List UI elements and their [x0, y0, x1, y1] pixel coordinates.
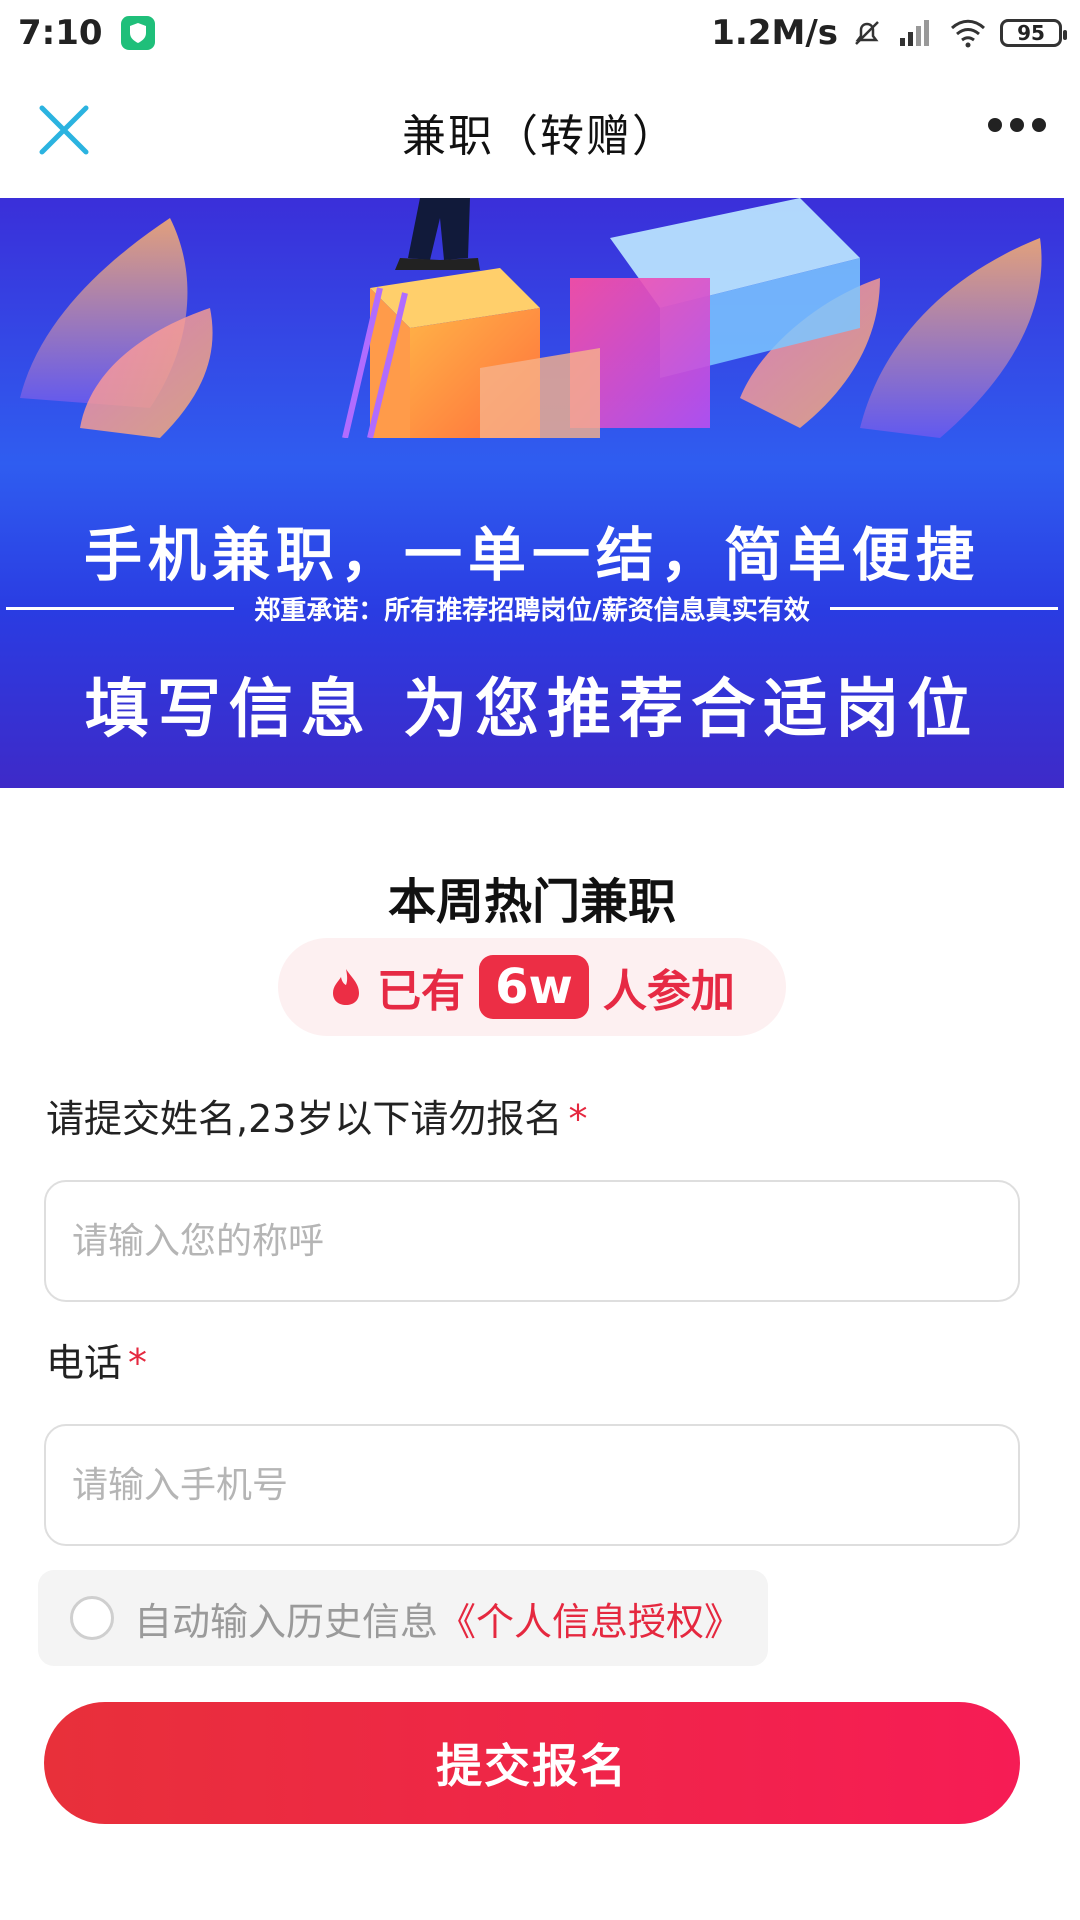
- battery-level: 95: [1017, 21, 1045, 45]
- banner-promise-row: 郑重承诺：所有推荐招聘岗位/薪资信息真实有效: [0, 588, 1064, 628]
- promo-banner: 手机兼职，一单一结，简单便捷 郑重承诺：所有推荐招聘岗位/薪资信息真实有效 填写…: [0, 198, 1064, 788]
- network-speed: 1.2M/s: [711, 13, 838, 53]
- title-bar: 兼职（转赠）: [0, 66, 1080, 198]
- shield-app-icon: [120, 16, 155, 50]
- wifi-icon: [950, 19, 986, 48]
- privacy-authorization-link[interactable]: 《个人信息授权》: [438, 1591, 742, 1646]
- participants-suffix: 人参加: [602, 966, 735, 1017]
- page-title: 兼职（转赠）: [402, 111, 678, 162]
- consent-text: 自动输入历史信息: [134, 1599, 439, 1644]
- participants-prefix: 已有: [377, 966, 466, 1017]
- status-bar: 7:10 1.2M/s 95: [0, 0, 1080, 66]
- mute-bell-icon: [855, 21, 879, 45]
- required-mark: *: [568, 1097, 588, 1141]
- consent-radio[interactable]: [70, 1596, 114, 1640]
- signal-icon: [900, 20, 929, 46]
- phone-input-box[interactable]: [44, 1424, 1020, 1546]
- status-left: 7:10: [18, 13, 155, 53]
- phone-label-text: 电话: [46, 1341, 123, 1385]
- phone-input[interactable]: [70, 1463, 1018, 1507]
- banner-illustration: [20, 198, 1042, 438]
- status-right: 1.2M/s 95: [711, 13, 1067, 53]
- divider: [829, 606, 1058, 610]
- participants-count: 6w: [479, 955, 589, 1019]
- banner-promise: 郑重承诺：所有推荐招聘岗位/薪资信息真实有效: [254, 595, 810, 626]
- banner-headline: 手机兼职，一单一结，简单便捷: [83, 521, 980, 589]
- submit-button[interactable]: 提交报名: [44, 1702, 1020, 1824]
- section-title: 本周热门兼职: [387, 874, 676, 930]
- divider: [6, 606, 235, 610]
- close-icon[interactable]: [36, 102, 92, 158]
- phone-field-label: 电话 *: [46, 1332, 147, 1387]
- more-options-icon[interactable]: [988, 118, 1046, 132]
- status-time: 7:10: [18, 13, 103, 53]
- name-input[interactable]: [70, 1219, 1018, 1263]
- auto-fill-consent[interactable]: 自动输入历史信息 《个人信息授权》: [38, 1570, 768, 1666]
- fire-icon: [333, 969, 360, 1005]
- name-label-text: 请提交姓名,23岁以下请勿报名: [46, 1097, 563, 1141]
- battery-icon: 95: [1000, 19, 1067, 47]
- banner-subheadline: 填写信息 为您推荐合适岗位: [84, 673, 980, 747]
- required-mark: *: [128, 1341, 148, 1385]
- participants-badge: 已有 6w 人参加: [278, 938, 786, 1036]
- name-input-box[interactable]: [44, 1180, 1020, 1302]
- name-field-label: 请提交姓名,23岁以下请勿报名 *: [46, 1088, 587, 1143]
